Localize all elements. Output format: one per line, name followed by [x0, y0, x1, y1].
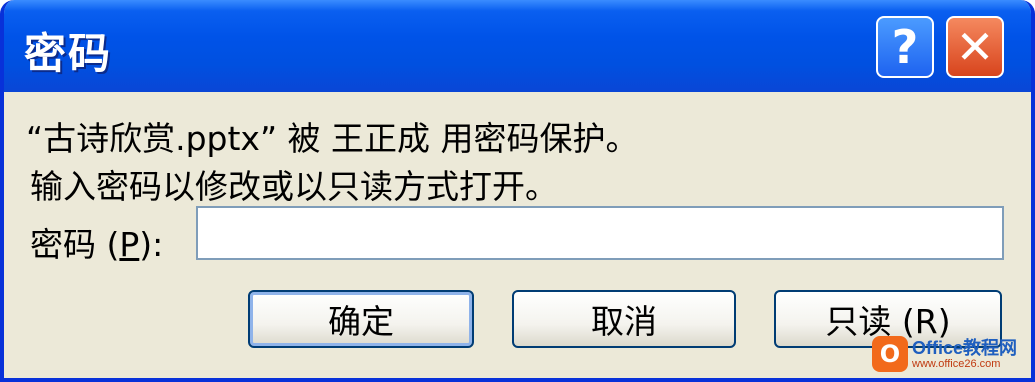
watermark-title: Office教程网 — [912, 337, 1018, 358]
close-icon: ✕ — [955, 20, 995, 74]
title-bar[interactable]: 密码 ? ✕ — [4, 0, 1031, 92]
password-access-key: P — [119, 225, 140, 264]
password-dialog: 密码 ? ✕ “古诗欣赏.pptx” 被 王正成 用密码保护。 输入密码以修改或… — [0, 0, 1035, 382]
password-label-prefix: 密码 ( — [30, 225, 120, 264]
help-button[interactable]: ? — [876, 16, 934, 78]
protection-message: “古诗欣赏.pptx” 被 王正成 用密码保护。 — [26, 119, 639, 158]
question-mark-icon: ? — [891, 20, 919, 74]
instruction-message: 输入密码以修改或以只读方式打开。 — [30, 167, 558, 206]
office-logo-icon: O — [872, 336, 908, 372]
password-input[interactable] — [196, 206, 1004, 260]
ok-button[interactable]: 确定 — [248, 290, 474, 348]
cancel-button[interactable]: 取消 — [512, 290, 736, 348]
watermark-url: www.office26.com — [912, 357, 1001, 370]
dialog-title: 密码 — [24, 29, 113, 78]
site-watermark: O Office教程网 www.office26.com — [872, 330, 1032, 378]
password-label: 密码 (P): — [30, 218, 163, 266]
watermark-text: Office教程网 www.office26.com — [912, 339, 1017, 370]
close-button[interactable]: ✕ — [946, 16, 1004, 78]
password-label-suffix: ): — [139, 225, 164, 264]
